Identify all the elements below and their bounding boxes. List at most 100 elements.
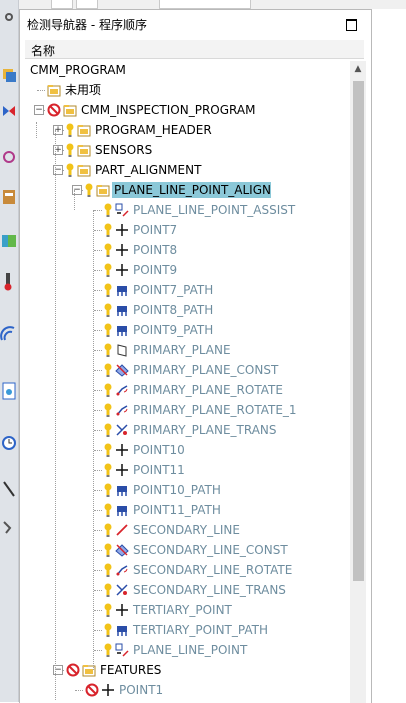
collapse-toggle-icon[interactable]: − [34,105,44,115]
tree-connector [94,570,102,571]
vertical-scrollbar[interactable]: ▲ [350,61,366,703]
tree-row[interactable]: POINT11_PATH [24,500,348,520]
scrollbar-thumb[interactable] [353,81,364,581]
tree-row[interactable]: − FEATURES [24,660,348,680]
tree-row[interactable]: SECONDARY_LINE_ROTATE [24,560,348,580]
tree-row[interactable]: POINT10 [24,440,348,460]
tree-row[interactable]: TERTIARY_POINT_PATH [24,620,348,640]
lightbulb-icon [104,602,112,618]
tree-row[interactable]: TERTIARY_POINT [24,600,348,620]
rotate-alignment-icon [115,563,129,577]
tree-connector [94,610,102,611]
tree-row[interactable]: POINT9_PATH [24,320,348,340]
tree-row[interactable]: PLANE_LINE_POINT [24,640,348,660]
plane-icon [115,343,129,357]
constraint-navigator-icon[interactable] [0,100,18,122]
tree-connector [94,650,102,651]
hd3d-tools-icon[interactable] [0,230,18,252]
lightbulb-icon [104,582,112,598]
tree-connector [94,250,102,251]
tree-item-label: POINT8 [133,243,178,257]
tree-item-label: POINT11 [133,463,185,477]
tree-row[interactable]: PRIMARY_PLANE_TRANS [24,420,348,440]
clock-icon[interactable] [0,432,18,454]
tree-connector [75,690,83,691]
no-entry-icon [47,103,61,117]
assembly-navigator-icon[interactable] [0,64,18,86]
column-header-name[interactable]: 名称 [25,40,364,59]
path-icon [115,303,129,317]
left-toolbar [0,0,19,702]
top-tab[interactable] [76,0,98,9]
tree-row[interactable]: POINT10_PATH [24,480,348,500]
tree-row[interactable]: SECONDARY_LINE [24,520,348,540]
tree-item-label: PRIMARY_PLANE_ROTATE [133,383,283,397]
tree-guide-line [36,122,37,138]
point-icon [101,683,115,697]
point-icon [115,223,129,237]
tree-item-label: POINT8_PATH [133,303,214,317]
tree-item-label: POINT11_PATH [133,503,221,517]
tree-item-label: SENSORS [95,143,153,157]
tree-row[interactable]: PRIMARY_PLANE_ROTATE [24,380,348,400]
lightbulb-icon [104,262,112,278]
tree-row[interactable]: SECONDARY_LINE_CONST [24,540,348,560]
tree-item-label: CMM_PROGRAM [30,63,126,77]
rotate-alignment-icon [115,383,129,397]
path-icon [115,623,129,637]
lightbulb-icon [104,442,112,458]
tree-item-label: PROGRAM_HEADER [95,123,212,137]
lightbulb-icon [104,462,112,478]
graphics-area[interactable] [372,9,406,702]
top-tab[interactable] [159,0,251,9]
process-studio-icon[interactable] [0,516,18,538]
tree-connector [94,430,102,431]
tree-row[interactable]: 未用项 [24,80,348,100]
tree-connector [37,90,45,91]
inspection-navigator-icon[interactable] [0,270,18,292]
lightbulb-icon [104,482,112,498]
web-browser-icon[interactable] [0,324,18,346]
history-icon[interactable] [0,380,18,402]
path-icon [115,323,129,337]
tree-row[interactable]: POINT7_PATH [24,280,348,300]
tree-connector [94,470,102,471]
translate-alignment-icon [115,423,129,437]
tree-row[interactable]: SECONDARY_LINE_TRANS [24,580,348,600]
gear-icon[interactable] [0,6,18,28]
tree-item-label: PLANE_LINE_POINT [133,643,248,657]
tree-row[interactable]: PLANE_LINE_POINT_ASSIST [24,200,348,220]
point-icon [115,263,129,277]
tree-row[interactable]: − PART_ALIGNMENT [24,160,348,180]
tree-row[interactable]: + SENSORS [24,140,348,160]
panel-title: 检测导航器 - 程序顺序 [27,18,147,32]
tree-row[interactable]: POINT11 [24,460,348,480]
tree-row[interactable]: PRIMARY_PLANE_CONST [24,360,348,380]
reuse-library-icon[interactable] [0,186,18,208]
tree-row[interactable]: POINT8_PATH [24,300,348,320]
tree-row[interactable]: CMM_PROGRAM [24,60,348,80]
tree-row[interactable]: POINT7 [24,220,348,240]
lightbulb-icon [104,422,112,438]
tree-row[interactable]: PRIMARY_PLANE [24,340,348,360]
maximize-button[interactable] [346,19,357,31]
tree-row[interactable]: POINT9 [24,260,348,280]
tree-row[interactable]: POINT8 [24,240,348,260]
scroll-up-arrow-icon[interactable]: ▲ [350,61,366,77]
tree-row[interactable]: + PROGRAM_HEADER [24,120,348,140]
top-tab[interactable] [51,0,73,9]
tree-row[interactable]: PRIMARY_PLANE_ROTATE_1 [24,400,348,420]
tree-row[interactable]: POINT1 [24,680,348,700]
lightbulb-icon [104,202,112,218]
lightbulb-icon [104,502,112,518]
tree-row[interactable]: − CMM_INSPECTION_PROGRAM [24,100,348,120]
tree-connector [94,310,102,311]
point-icon [115,443,129,457]
tree-item-label: SECONDARY_LINE_TRANS [133,583,286,597]
measure-tool-icon[interactable] [0,478,18,500]
part-navigator-icon[interactable] [0,146,18,168]
tree-connector [94,550,102,551]
tree-connector [94,510,102,511]
tree-row[interactable]: − PLANE_LINE_POINT_ALIGN [24,180,348,200]
lightbulb-icon [104,642,112,658]
